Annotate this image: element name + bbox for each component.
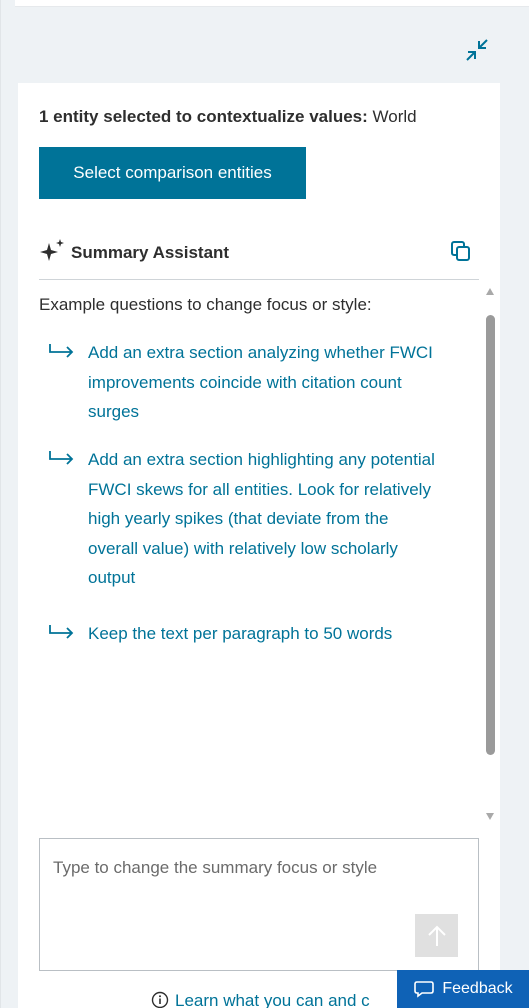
suggestion-text: Keep the text per paragraph to 50 words: [88, 624, 393, 643]
collapse-button[interactable]: [463, 36, 491, 64]
suggestion-item[interactable]: Keep the text per paragraph to 50 words: [48, 619, 443, 649]
return-arrow-icon: [49, 451, 74, 465]
feedback-button[interactable]: Feedback: [397, 970, 529, 1008]
return-arrow-icon: [49, 625, 74, 639]
summary-focus-input[interactable]: [40, 839, 478, 970]
feedback-label: Feedback: [442, 980, 513, 997]
info-icon: [151, 991, 169, 1008]
suggestion-item[interactable]: Add an extra section analyzing whether F…: [48, 338, 443, 427]
copy-icon[interactable]: [450, 240, 472, 262]
suggestion-text: Add an extra section analyzing whether F…: [88, 343, 433, 421]
panel-top-edge: [15, 0, 529, 7]
scroll-down-arrow[interactable]: [486, 813, 494, 820]
collapse-icon: [466, 39, 488, 61]
suggestion-item[interactable]: Add an extra section highlighting any po…: [48, 445, 443, 593]
entity-selection-prefix: 1 entity selected to contextualize value…: [39, 107, 368, 126]
learn-more-text: Learn what you can and c: [175, 991, 370, 1008]
chat-bubble-icon: [414, 981, 435, 998]
example-questions-area: Example questions to change focus or sty…: [18, 280, 500, 830]
scroll-up-arrow[interactable]: [486, 288, 494, 295]
summary-focus-input-box: [39, 838, 479, 971]
questions-scrollbar[interactable]: [484, 288, 496, 820]
selected-entity: World: [372, 107, 417, 126]
entity-selection-text: 1 entity selected to contextualize value…: [39, 107, 417, 127]
learn-more-link[interactable]: Learn what you can and c: [151, 991, 370, 1008]
summary-card: 1 entity selected to contextualize value…: [18, 83, 500, 1008]
sparkle-icon: [40, 239, 64, 261]
scroll-thumb[interactable]: [486, 315, 495, 755]
arrow-up-icon: [427, 925, 446, 946]
select-comparison-entities-button[interactable]: Select comparison entities: [39, 147, 306, 199]
example-questions-intro: Example questions to change focus or sty…: [39, 295, 372, 314]
assistant-header: Summary Assistant: [39, 235, 479, 280]
return-arrow-icon: [49, 344, 74, 358]
assistant-title: Summary Assistant: [71, 243, 230, 262]
send-button[interactable]: [415, 914, 458, 957]
summary-panel: 1 entity selected to contextualize value…: [0, 0, 529, 1008]
suggestion-text: Add an extra section highlighting any po…: [88, 450, 435, 587]
